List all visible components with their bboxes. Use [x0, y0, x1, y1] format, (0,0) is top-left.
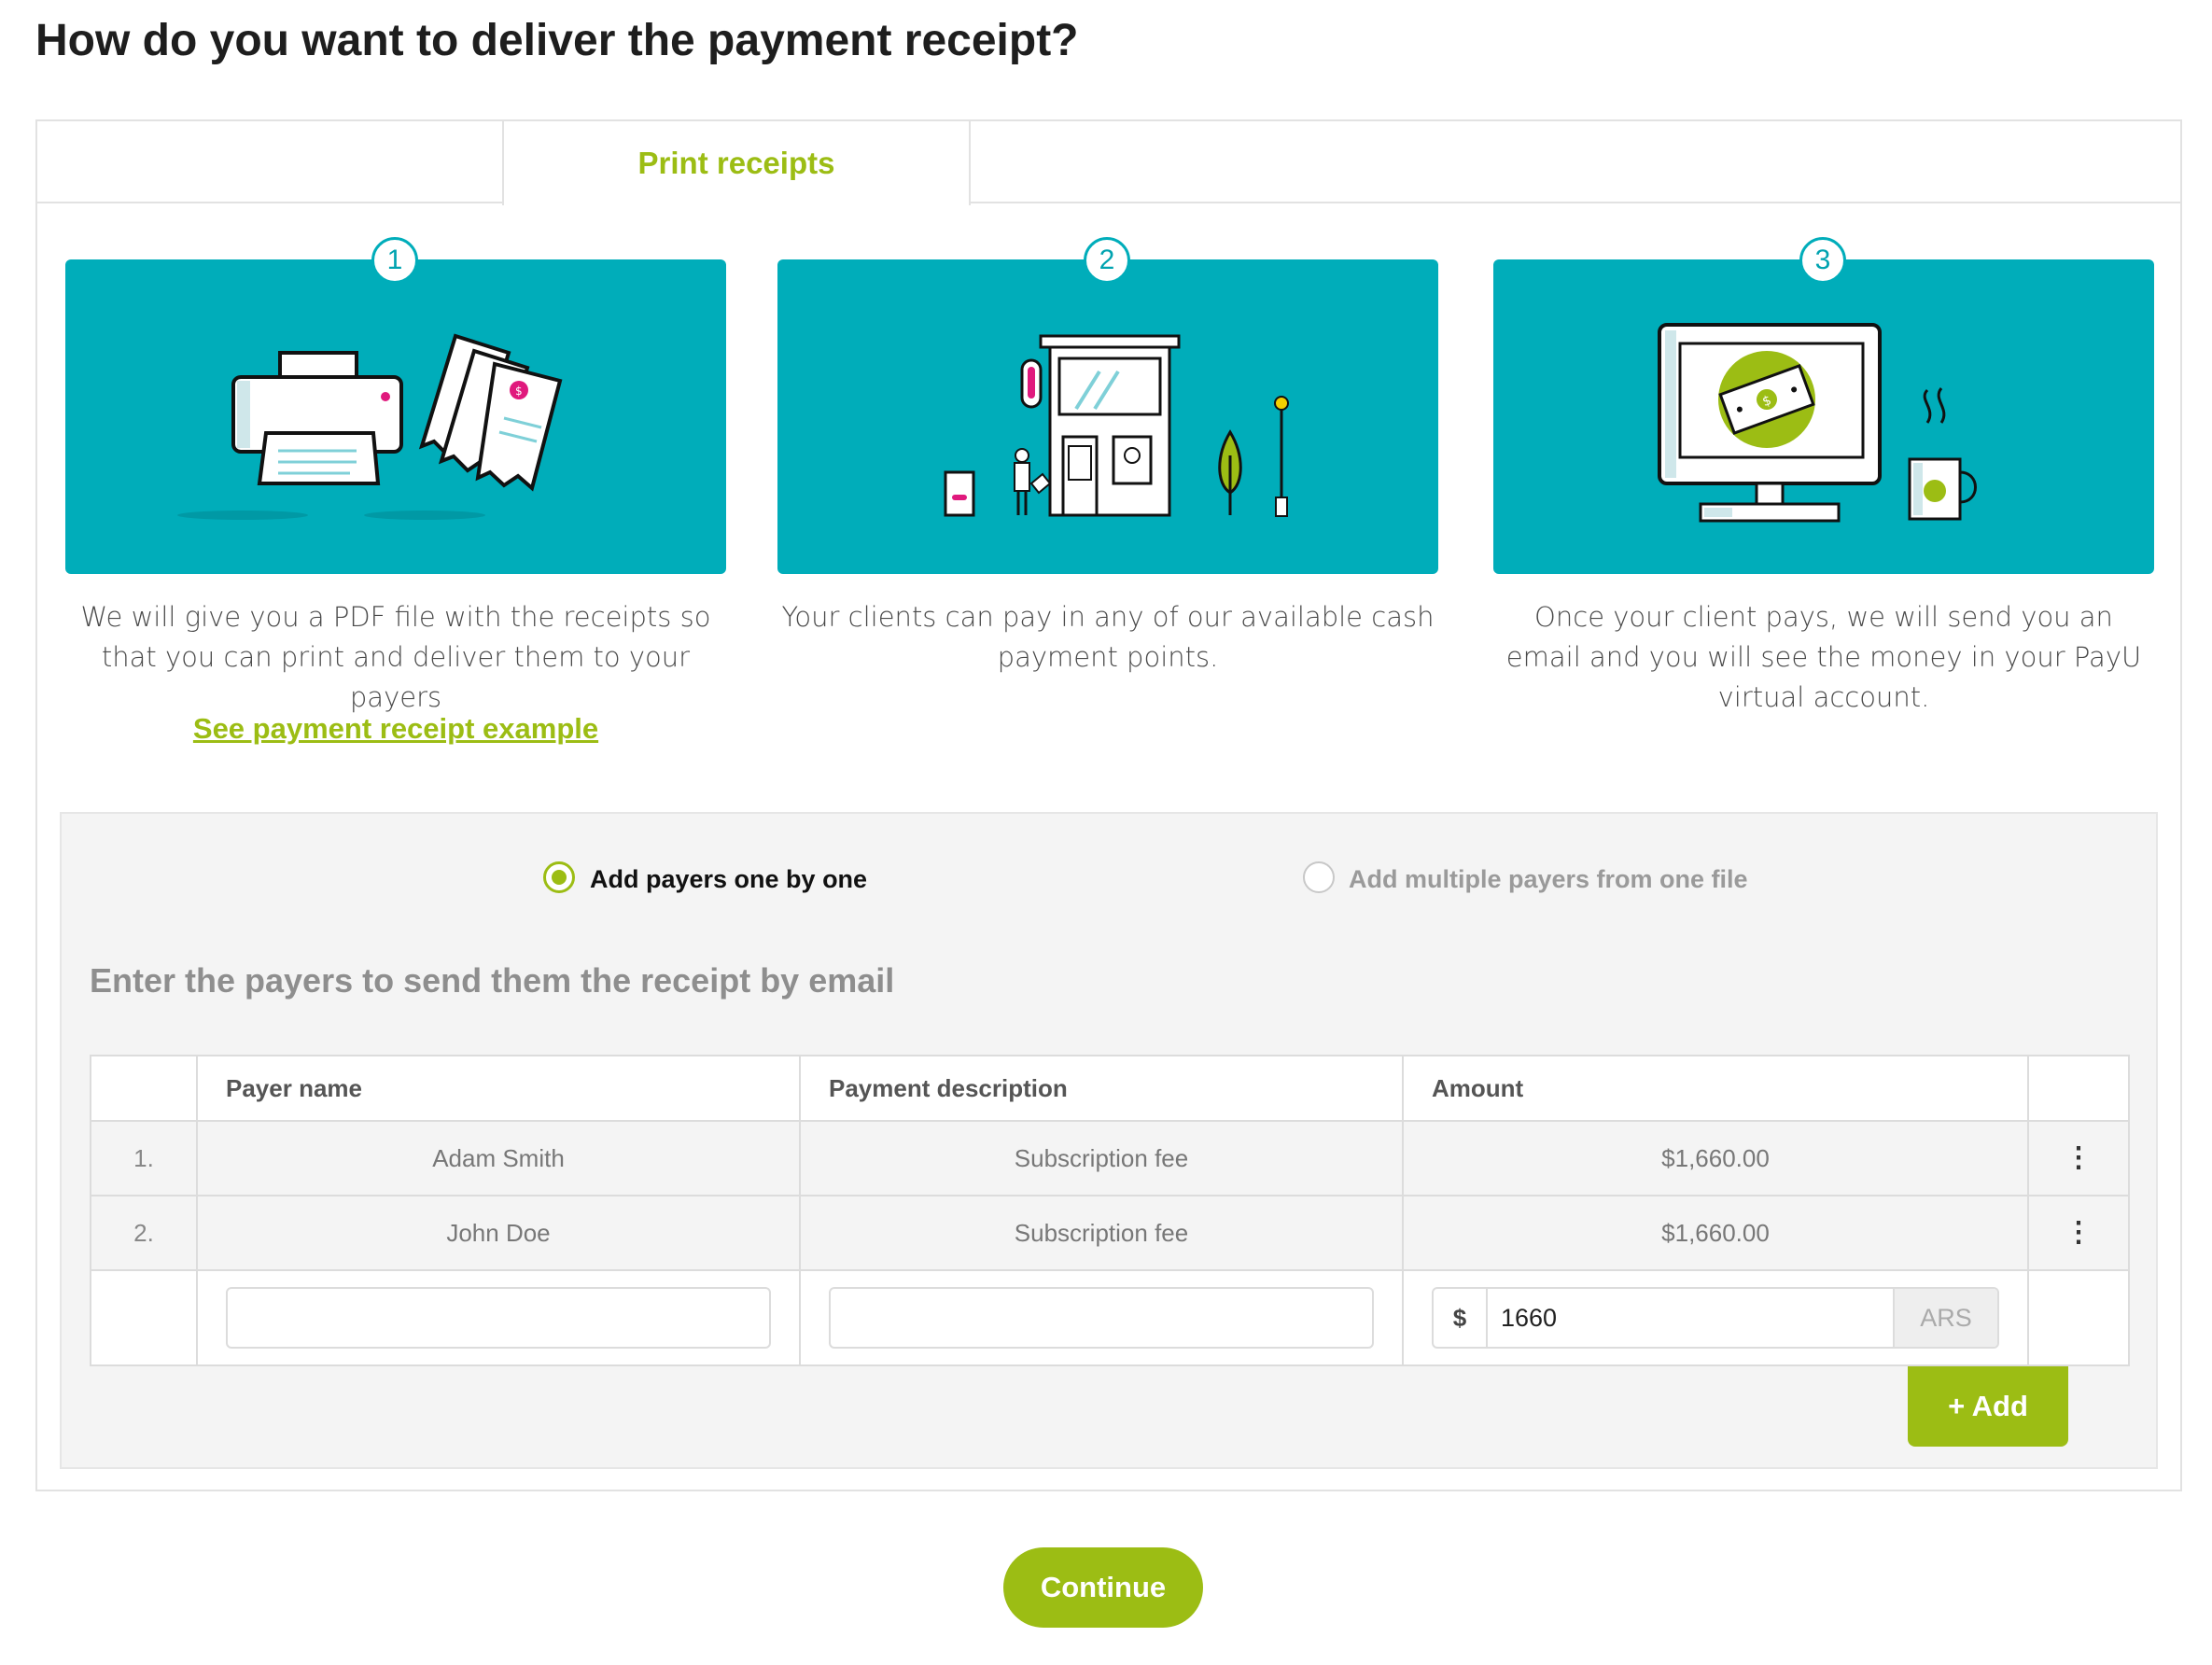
- radio-add-from-file-label[interactable]: Add multiple payers from one file: [1349, 863, 1748, 895]
- table-row: 1. Adam Smith Subscription fee $1,660.00…: [90, 1120, 2130, 1196]
- row-payer-name: John Doe: [196, 1195, 801, 1271]
- new-row-index: [90, 1269, 198, 1366]
- header-amount: Amount: [1402, 1055, 2029, 1122]
- amount-input[interactable]: [1488, 1289, 1893, 1347]
- section-heading: Enter the payers to send them the receip…: [90, 961, 895, 1000]
- row-index: 1.: [90, 1120, 198, 1196]
- row-menu-cell: ⋮: [2027, 1120, 2130, 1196]
- row-payer-name: Adam Smith: [196, 1120, 801, 1196]
- header-index: [90, 1055, 198, 1122]
- new-payer-row: $ ARS: [90, 1269, 2130, 1366]
- more-options-icon[interactable]: ⋮: [2065, 1217, 2093, 1248]
- header-actions: [2027, 1055, 2130, 1122]
- more-options-icon[interactable]: ⋮: [2065, 1142, 2093, 1173]
- step-3-illustration: $: [1493, 259, 2154, 574]
- row-amount: $1,660.00: [1402, 1195, 2029, 1271]
- svg-text:$: $: [515, 385, 523, 398]
- table-row: 2. John Doe Subscription fee $1,660.00 ⋮: [90, 1195, 2130, 1271]
- step-2-description: Your clients can pay in any of our avail…: [781, 601, 1435, 673]
- add-payer-button[interactable]: + Add: [1908, 1366, 2068, 1447]
- step-1-description: We will give you a PDF file with the rec…: [80, 601, 711, 713]
- radio-add-one-by-one-label[interactable]: Add payers one by one: [590, 863, 867, 895]
- table-header-row: Payer name Payment description Amount: [90, 1055, 2130, 1122]
- step-2-illustration: [777, 259, 1438, 574]
- cash-payment-point-icon: [944, 334, 1289, 517]
- new-amount-cell: $ ARS: [1402, 1269, 2029, 1366]
- row-description: Subscription fee: [799, 1195, 1404, 1271]
- new-actions-cell: [2027, 1269, 2130, 1366]
- new-payer-name-cell: [196, 1269, 801, 1366]
- row-menu-cell: ⋮: [2027, 1195, 2130, 1271]
- radio-add-from-file[interactable]: [1303, 861, 1335, 893]
- amount-field: $ ARS: [1432, 1287, 1999, 1349]
- step-1-badge: 1: [371, 237, 418, 284]
- row-index: 2.: [90, 1195, 198, 1271]
- continue-button[interactable]: Continue: [1003, 1547, 1203, 1628]
- radio-add-one-by-one[interactable]: [543, 861, 575, 893]
- tab-unlabeled-left[interactable]: [35, 119, 504, 203]
- header-payment-description: Payment description: [799, 1055, 1404, 1122]
- new-description-cell: [799, 1269, 1404, 1366]
- see-receipt-example-link[interactable]: See payment receipt example: [65, 712, 726, 746]
- payer-name-input[interactable]: [226, 1287, 771, 1349]
- step-3-description: Once your client pays, we will send you …: [1505, 601, 2142, 713]
- currency-code: ARS: [1893, 1289, 1997, 1347]
- row-description: Subscription fee: [799, 1120, 1404, 1196]
- page-title: How do you want to deliver the payment r…: [35, 16, 1079, 65]
- row-amount: $1,660.00: [1402, 1120, 2029, 1196]
- payment-description-input[interactable]: [829, 1287, 1374, 1349]
- monitor-money-icon: $: [1658, 323, 1977, 523]
- tab-print-receipts[interactable]: Print receipts: [502, 119, 971, 205]
- step-3-badge: 3: [1799, 237, 1846, 284]
- currency-symbol: $: [1434, 1289, 1488, 1347]
- printer-receipts-icon: $: [177, 333, 563, 520]
- step-1-illustration: $: [65, 259, 726, 574]
- tab-unlabeled-right[interactable]: [969, 119, 2182, 203]
- step-2-badge: 2: [1084, 237, 1130, 284]
- payers-table: Payer name Payment description Amount 1.…: [90, 1055, 2130, 1366]
- header-payer-name: Payer name: [196, 1055, 801, 1122]
